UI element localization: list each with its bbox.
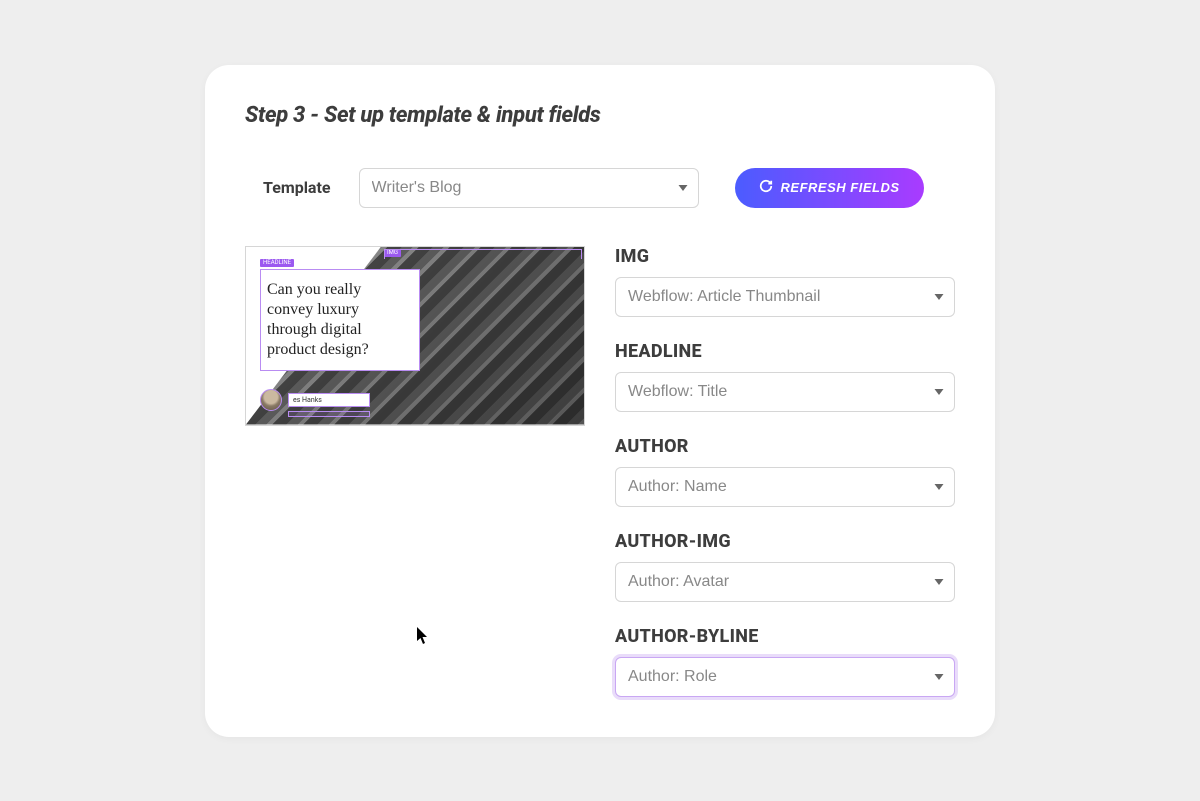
template-preview: HEADLINE IMG Can you really convey luxur…: [245, 246, 585, 426]
preview-headline-box: Can you really convey luxury through dig…: [260, 269, 420, 371]
template-select[interactable]: Writer's Blog: [359, 168, 699, 208]
preview-img-outline: [384, 249, 582, 259]
preview-author-row: es Hanks: [260, 389, 370, 411]
field-select-img[interactable]: Webflow: Article Thumbnail: [615, 277, 955, 317]
template-label: Template: [263, 178, 331, 197]
fields-column: IMG Webflow: Article Thumbnail HEADLINE …: [615, 246, 955, 697]
preview-author-name: es Hanks: [288, 393, 370, 407]
step-title: Step 3 - Set up template & input fields: [245, 103, 955, 128]
columns: HEADLINE IMG Can you really convey luxur…: [245, 246, 955, 697]
refresh-fields-button[interactable]: REFRESH FIELDS: [735, 168, 924, 208]
field-label-author: AUTHOR: [615, 436, 955, 457]
preview-author-avatar: [260, 389, 282, 411]
setup-card: Step 3 - Set up template & input fields …: [205, 65, 995, 737]
preview-author-byline-outline: [288, 411, 370, 417]
refresh-icon: [759, 179, 773, 196]
field-select-author[interactable]: Author: Name: [615, 467, 955, 507]
refresh-fields-label: REFRESH FIELDS: [781, 180, 900, 195]
field-label-author-img: AUTHOR-IMG: [615, 531, 955, 552]
field-label-headline: HEADLINE: [615, 341, 955, 362]
field-select-author-byline[interactable]: Author: Role: [615, 657, 955, 697]
field-label-img: IMG: [615, 246, 955, 267]
field-label-author-byline: AUTHOR-BYLINE: [615, 626, 955, 647]
preview-headline-text: Can you really convey luxury through dig…: [267, 280, 409, 360]
field-select-author-img[interactable]: Author: Avatar: [615, 562, 955, 602]
template-row: Template Writer's Blog REFRESH FIELDS: [245, 168, 955, 208]
field-select-headline[interactable]: Webflow: Title: [615, 372, 955, 412]
field-group-img: IMG Webflow: Article Thumbnail: [615, 246, 955, 317]
field-group-author-img: AUTHOR-IMG Author: Avatar: [615, 531, 955, 602]
field-group-headline: HEADLINE Webflow: Title: [615, 341, 955, 412]
preview-tag-headline: HEADLINE: [260, 259, 294, 267]
field-group-author: AUTHOR Author: Name: [615, 436, 955, 507]
field-group-author-byline: AUTHOR-BYLINE Author: Role: [615, 626, 955, 697]
